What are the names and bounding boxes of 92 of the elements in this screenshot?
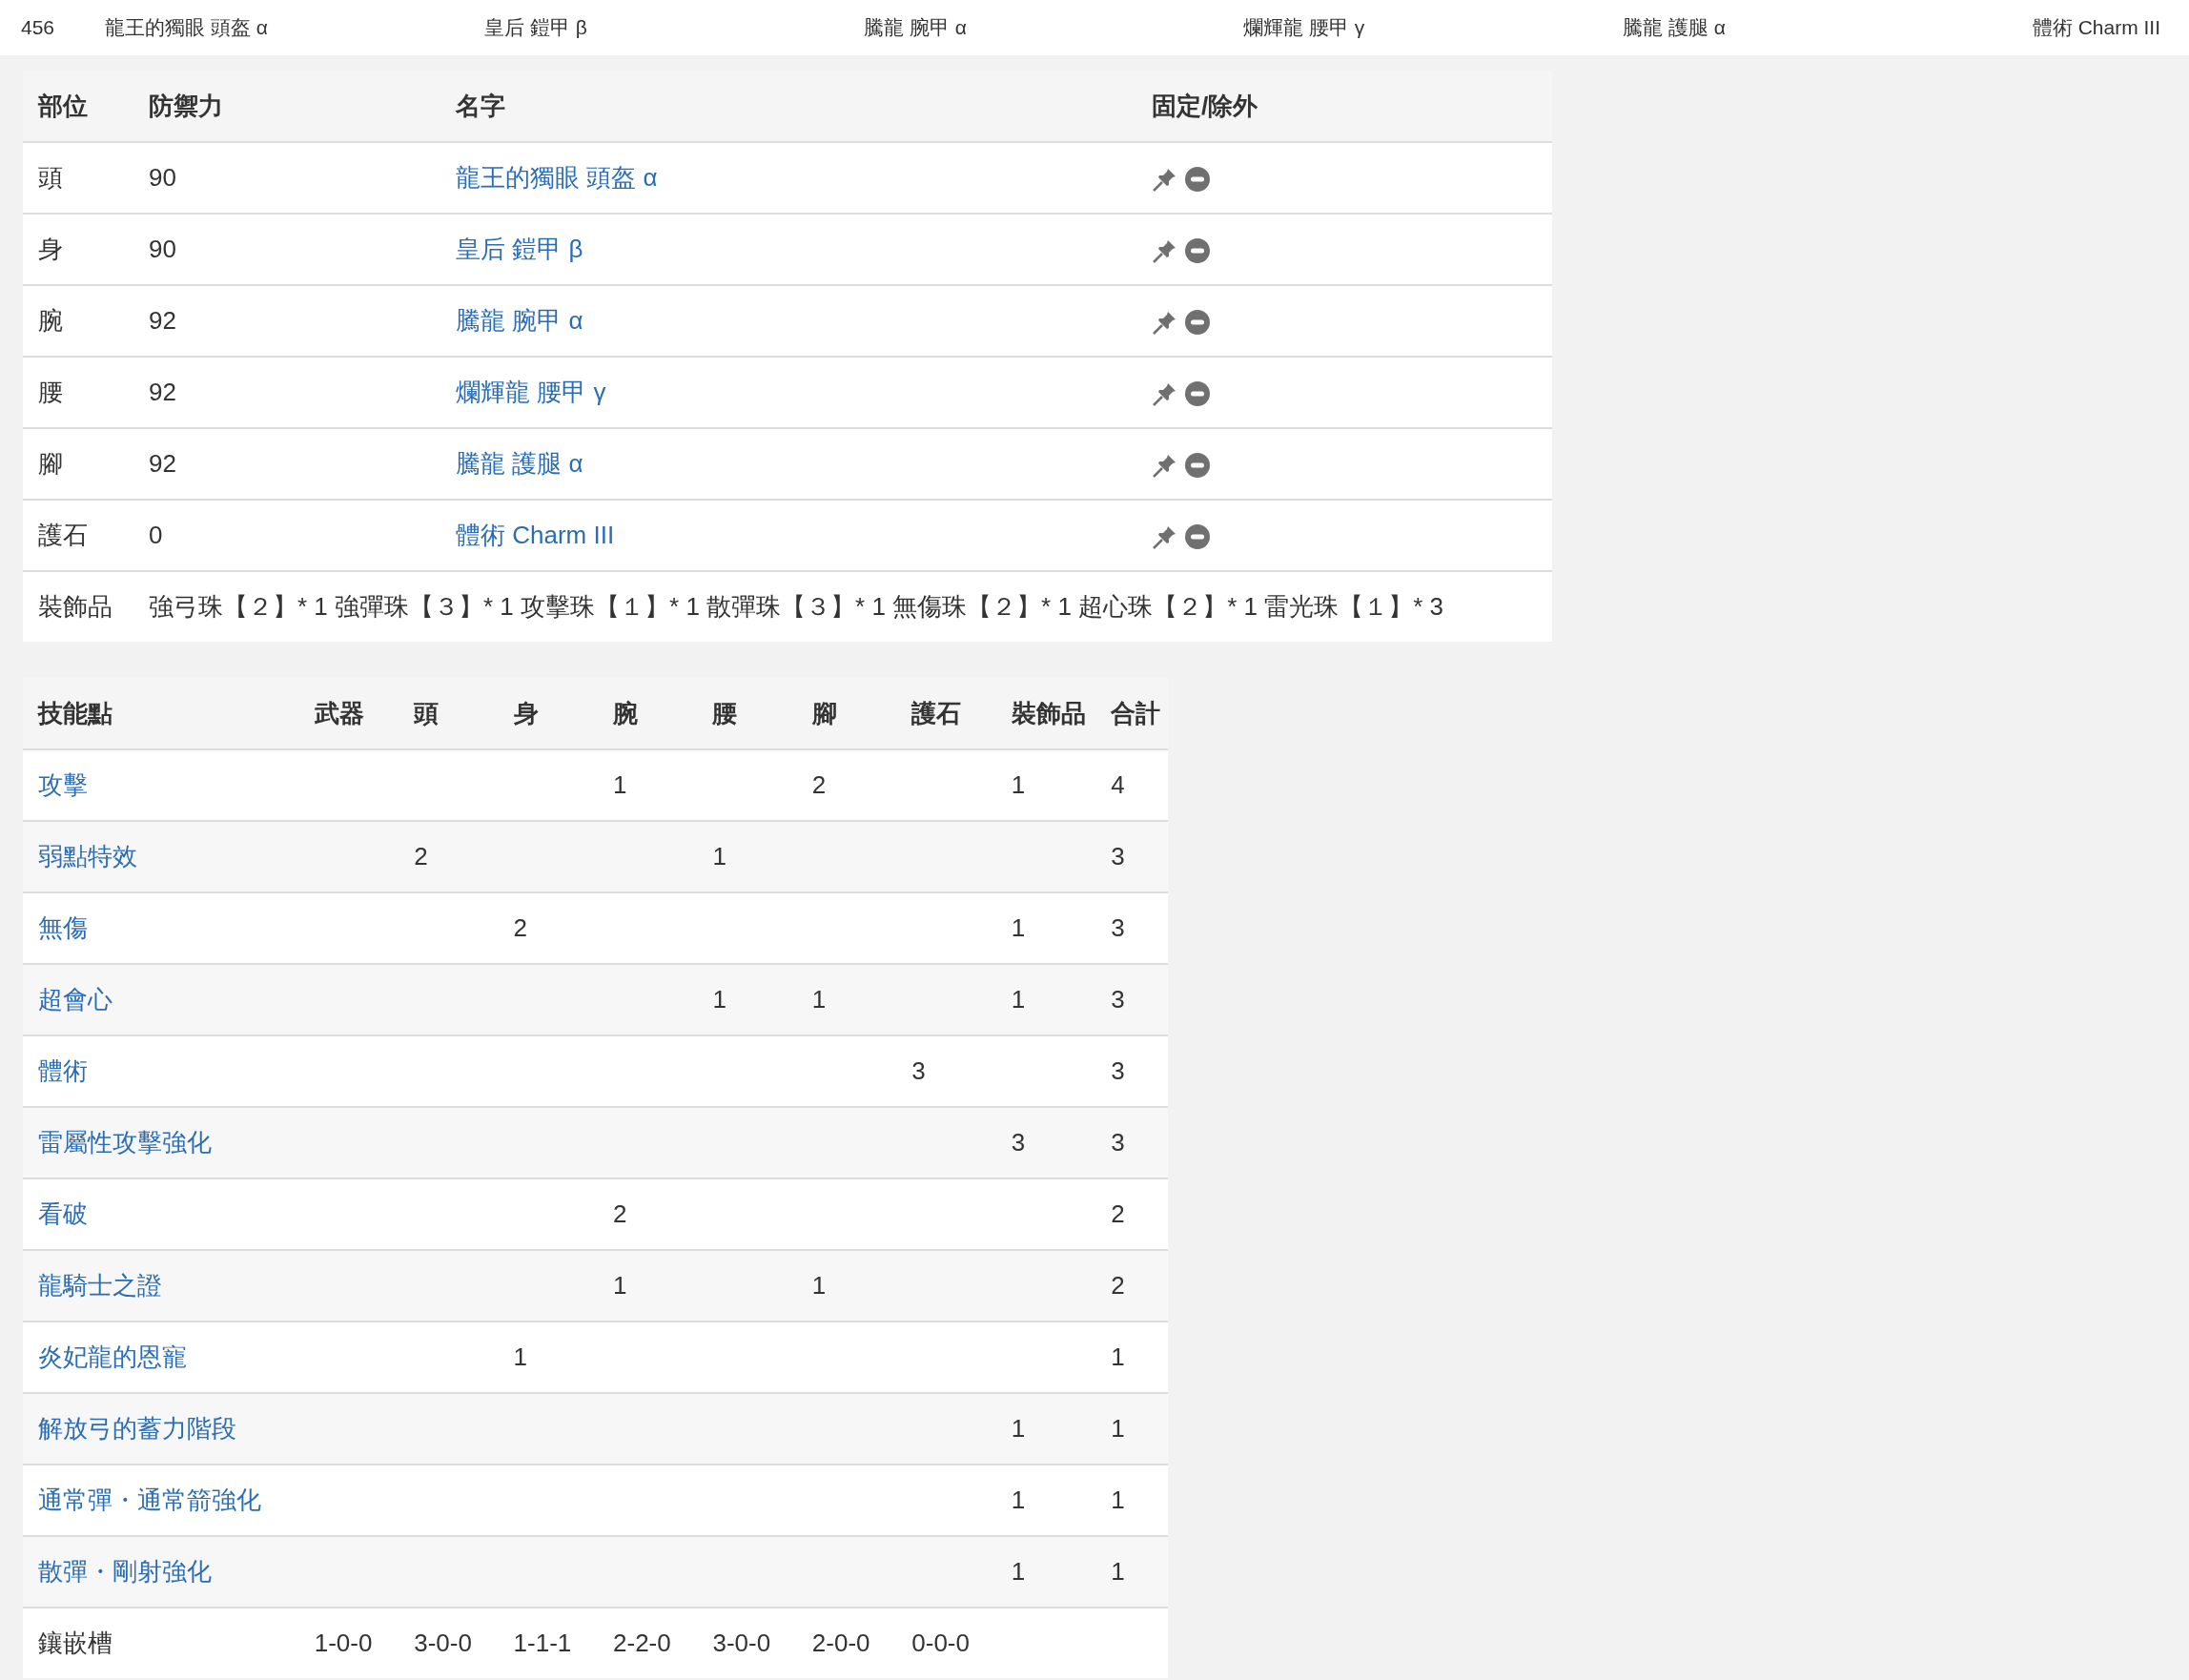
table-cell: 3	[1111, 913, 1125, 942]
column-header: 腰	[697, 678, 797, 749]
pin-icon[interactable]	[1152, 309, 1178, 337]
table-cell: 2	[811, 770, 827, 799]
equipment-link[interactable]: 體術 Charm III	[456, 521, 615, 549]
table-cell: 1-0-0	[314, 1629, 373, 1657]
table-cell: 3	[1111, 842, 1125, 871]
skill-link[interactable]: 炎妃龍的恩寵	[38, 1342, 187, 1371]
column-header: 合計	[1095, 678, 1168, 749]
skill-link[interactable]: 超會心	[38, 985, 113, 1014]
table-cell: 1	[613, 770, 627, 799]
table-cell: 1-1-1	[513, 1629, 572, 1657]
skill-link[interactable]: 攻擊	[38, 770, 88, 799]
table-cell: 1	[712, 842, 726, 871]
table-cell: 4	[1111, 770, 1125, 799]
table-cell: 2-2-0	[613, 1629, 671, 1657]
column-header: 腕	[598, 678, 698, 749]
table-cell: 1	[513, 1342, 528, 1371]
skill-link[interactable]: 散彈・剛射強化	[38, 1557, 212, 1586]
table-cell: 裝飾品	[23, 571, 133, 642]
exclude-icon[interactable]	[1184, 237, 1211, 265]
table-cell: 2	[414, 842, 428, 871]
column-header: 名字	[440, 71, 1136, 142]
pin-icon[interactable]	[1152, 523, 1178, 551]
equipment-link[interactable]: 龍王的獨眼 頭盔 α	[456, 163, 658, 192]
column-header: 身	[498, 678, 598, 749]
table-cell: 2	[1111, 1199, 1125, 1228]
table-cell: 1	[1011, 1414, 1026, 1443]
column-header: 武器	[298, 678, 399, 749]
table-cell: 2	[1111, 1271, 1125, 1300]
table-cell: 3-0-0	[414, 1629, 472, 1657]
column-header: 技能點	[23, 678, 299, 749]
table-cell: 1	[1011, 770, 1026, 799]
table-cell: 0-0-0	[911, 1629, 970, 1657]
table-cell: 1	[811, 1271, 827, 1300]
table-cell: 2-0-0	[811, 1629, 870, 1657]
column-header: 護石	[896, 678, 996, 749]
column-header: 防禦力	[133, 71, 440, 142]
table-cell: 1	[1111, 1485, 1125, 1514]
column-header: 頭	[399, 678, 499, 749]
equipment-name: 騰龍 腕甲 α	[864, 15, 967, 40]
skill-link[interactable]: 看破	[38, 1199, 88, 1228]
table-cell: 2	[613, 1199, 627, 1228]
pin-icon[interactable]	[1152, 166, 1178, 194]
table-cell: 3	[1011, 1128, 1026, 1157]
table-cell: 1	[1011, 913, 1026, 942]
skill-link[interactable]: 體術	[38, 1056, 88, 1085]
skill-link[interactable]: 弱點特效	[38, 842, 137, 871]
equipment-name: 爛輝龍 腰甲 γ	[1243, 15, 1365, 40]
equipment-name: 體術 Charm III	[2032, 15, 2160, 40]
table-cell: 3	[1111, 1056, 1125, 1085]
skill-link[interactable]: 通常彈・通常箭強化	[38, 1485, 261, 1514]
exclude-icon[interactable]	[1184, 523, 1211, 551]
column-header: 裝飾品	[995, 678, 1096, 749]
equipment-link[interactable]: 爛輝龍 腰甲 γ	[456, 378, 606, 406]
column-header: 部位	[23, 71, 133, 142]
column-header: 腳	[796, 678, 897, 749]
exclude-icon[interactable]	[1184, 309, 1211, 337]
table-cell: 1	[1011, 1485, 1026, 1514]
table-cell: 1	[1011, 1557, 1026, 1586]
pin-icon[interactable]	[1152, 380, 1178, 408]
table-cell: 1	[613, 1271, 627, 1300]
column-header: 固定/除外	[1136, 71, 1552, 142]
table-cell: 3	[1111, 985, 1125, 1014]
pin-icon[interactable]	[1152, 237, 1178, 265]
table-cell: 1	[712, 985, 726, 1014]
table-cell: 3	[911, 1056, 926, 1085]
table-cell: 3-0-0	[712, 1629, 771, 1657]
skill-link[interactable]: 無傷	[38, 913, 88, 942]
skill-link[interactable]: 解放弓的蓄力階段	[38, 1414, 236, 1443]
table-cell: 2	[513, 913, 528, 942]
table-cell: 強弓珠【２】* 1 強彈珠【３】* 1 攻擊珠【１】* 1 散彈珠【３】* 1 無傷珠【２】* 1 超心珠【２】* 1 雷光珠【１】* 3	[133, 571, 1552, 642]
skill-link[interactable]: 龍騎士之證	[38, 1271, 162, 1300]
equipment-link[interactable]: 騰龍 護腿 α	[456, 449, 583, 478]
equipment-name: 龍王的獨眼 頭盔 α	[105, 15, 268, 40]
exclude-icon[interactable]	[1184, 452, 1211, 480]
skill-link[interactable]: 雷屬性攻擊強化	[38, 1128, 212, 1157]
equipment-name: 皇后 鎧甲 β	[484, 15, 587, 40]
table-cell: 鑲嵌槽	[23, 1608, 299, 1678]
equipment-link[interactable]: 騰龍 腕甲 α	[456, 306, 583, 335]
pin-icon[interactable]	[1152, 452, 1178, 480]
table-cell: 1	[1111, 1414, 1125, 1443]
table-cell: 3	[1111, 1128, 1125, 1157]
exclude-icon[interactable]	[1184, 380, 1211, 408]
table-cell: 1	[1111, 1342, 1125, 1371]
table-cell: 1	[811, 985, 827, 1014]
table-cell: 1	[1011, 985, 1026, 1014]
result-number: 456	[21, 16, 55, 39]
exclude-icon[interactable]	[1184, 166, 1211, 194]
equipment-name: 騰龍 護腿 α	[1623, 15, 1726, 40]
equipment-link[interactable]: 皇后 鎧甲 β	[456, 235, 583, 263]
table-cell: 1	[1111, 1557, 1125, 1586]
